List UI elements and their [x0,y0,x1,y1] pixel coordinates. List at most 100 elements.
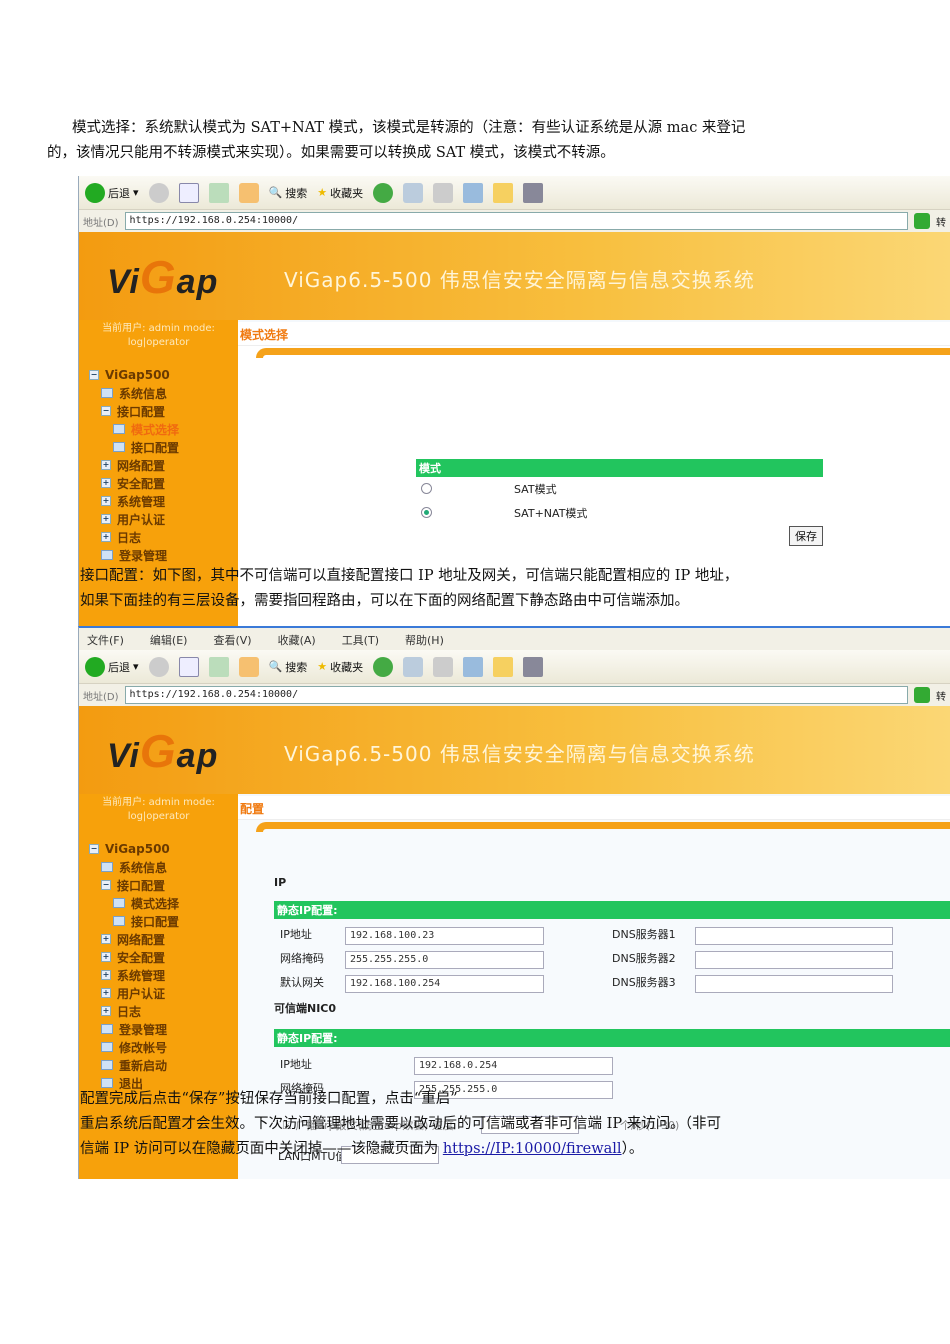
star-icon: ★ [317,186,328,199]
history-icon[interactable] [373,656,394,677]
dns3-input[interactable] [695,975,893,993]
tree-mode[interactable]: 模式选择 [89,894,179,912]
url-input[interactable]: https://192.168.0.254:10000/ [124,686,908,704]
history-icon[interactable] [373,182,394,203]
menu-favorites[interactable]: 收藏(A) [278,632,316,647]
expand-icon: + [101,496,111,506]
tree-sec[interactable]: + 安全配置 [89,474,179,492]
search-button[interactable]: 🔍 搜索 [269,659,308,675]
refresh-icon[interactable] [208,182,229,203]
label-sat: SAT模式 [514,483,557,496]
browser-menubar: 文件(F) 编辑(E) 查看(V) 收藏(A) 工具(T) 帮助(H) [79,628,950,650]
tree-passwd[interactable]: 修改帐号 [89,1038,179,1056]
dns1-input[interactable] [695,927,893,945]
tree-auth[interactable]: + 用户认证 [89,984,179,1002]
url-input[interactable]: https://192.168.0.254:10000/ [124,212,908,230]
ip2-input[interactable]: 192.168.0.254 [414,1057,613,1075]
tree-sysinfo[interactable]: 系统信息 [89,384,179,402]
dns2-input[interactable] [695,951,893,969]
doc-text: 信端 IP 访问可以在隐藏页面中关闭掉——该隐藏页面为 https://IP:1… [80,1140,643,1158]
stop-icon[interactable] [178,656,199,677]
tree-root[interactable]: − ViGap500 [89,366,179,384]
tree-sec[interactable]: + 安全配置 [89,948,179,966]
gateway-input[interactable]: 192.168.100.254 [345,975,544,993]
doc-text: 模式选择：系统默认模式为 SAT+NAT 模式，该模式是转源的（注意：有些认证系… [72,120,746,136]
tree-net[interactable]: + 网络配置 [89,456,179,474]
vigap-logo: ViGap [107,251,219,303]
search-icon: 🔍 [268,186,283,199]
stop-icon[interactable] [178,182,199,203]
go-icon[interactable] [914,687,930,703]
menu-tools[interactable]: 工具(T) [342,632,379,647]
back-button[interactable]: 后退 ▾ [85,182,139,203]
print-icon[interactable] [433,656,454,677]
tree-login[interactable]: 登录管理 [89,546,179,564]
menu-view[interactable]: 查看(V) [213,632,251,647]
mask-input[interactable]: 255.255.255.0 [345,951,544,969]
doc-text-part: ）。 [621,1141,644,1157]
favorites-button[interactable]: ★ 收藏夹 [317,185,363,201]
menu-help[interactable]: 帮助(H) [405,632,444,647]
go-icon[interactable] [914,213,930,229]
mask-label: 网络掩码 [280,952,324,965]
tree-sysinfo[interactable]: 系统信息 [89,858,179,876]
tree-ifconf[interactable]: 接口配置 [89,438,179,456]
go-label[interactable]: 转 [936,214,946,229]
tree-net[interactable]: + 网络配置 [89,930,179,948]
browser-toolbar: 后退 ▾ 🔍 搜索 ★ 收藏夹 [79,176,950,210]
tree-log[interactable]: + 日志 [89,1002,179,1020]
go-label[interactable]: 转 [936,688,946,703]
expand-icon: + [101,970,111,980]
refresh-icon[interactable] [208,656,229,677]
tree-ifconf[interactable]: 接口配置 [89,912,179,930]
radio-sat[interactable] [421,483,432,494]
tree-login[interactable]: 登录管理 [89,1020,179,1038]
back-icon [85,656,105,677]
tree-iface[interactable]: − 接口配置 [89,402,179,420]
tree-mode-active[interactable]: 模式选择 [89,420,179,438]
address-bar: 地址(D) https://192.168.0.254:10000/ 转 [79,210,950,232]
search-button[interactable]: 🔍 搜索 [269,185,308,201]
address-label: 地址(D) [83,691,119,703]
tree-sysmgmt[interactable]: + 系统管理 [89,492,179,510]
tree-root[interactable]: − ViGap500 [89,840,179,858]
expand-icon: + [101,988,111,998]
decor-band [256,348,950,358]
edit-icon[interactable] [463,182,484,203]
forward-icon[interactable] [148,182,169,203]
menu-file[interactable]: 文件(F) [87,632,124,647]
forward-icon[interactable] [148,656,169,677]
back-button[interactable]: 后退 ▾ [85,656,139,677]
mail-icon[interactable] [403,656,424,677]
notes-icon[interactable] [493,656,514,677]
address-bar: 地址(D) https://192.168.0.254:10000/ 转 [79,684,950,706]
home-icon[interactable] [238,656,259,677]
screenshot-mode-select: 后退 ▾ 🔍 搜索 ★ 收藏夹 地址(D) https://192.168.0.25… [78,176,950,628]
dns2-label: DNS服务器2 [612,952,676,965]
folder-icon [101,388,113,398]
mail-icon[interactable] [403,182,424,203]
tree-iface[interactable]: − 接口配置 [89,876,179,894]
folder-icon [101,1024,113,1034]
menu-edit[interactable]: 编辑(E) [150,632,188,647]
tree-reboot[interactable]: 重新启动 [89,1056,179,1074]
expand-icon: + [101,478,111,488]
doc-text: 的，该情况只能用不转源模式来实现）。如果需要可以转换成 SAT 模式，该模式不转… [47,145,615,161]
ip-input[interactable]: 192.168.100.23 [345,927,544,945]
save-button[interactable]: 保存 [789,526,823,546]
doc-text: 配置完成后点击“保存”按钮保存当前接口配置，点击“重启” [80,1091,458,1107]
print-icon[interactable] [433,182,454,203]
edit-icon[interactable] [463,656,484,677]
tree-log[interactable]: + 日志 [89,528,179,546]
collapse-icon: − [89,370,99,380]
notes-icon[interactable] [493,182,514,203]
favorites-button[interactable]: ★ 收藏夹 [317,659,363,675]
tree-auth[interactable]: + 用户认证 [89,510,179,528]
firewall-link[interactable]: https://IP:10000/firewall [443,1141,622,1157]
messenger-icon[interactable] [523,182,544,203]
expand-icon: + [101,1006,111,1016]
messenger-icon[interactable] [523,656,544,677]
home-icon[interactable] [238,182,259,203]
radio-sat-nat[interactable] [421,507,432,518]
tree-sysmgmt[interactable]: + 系统管理 [89,966,179,984]
